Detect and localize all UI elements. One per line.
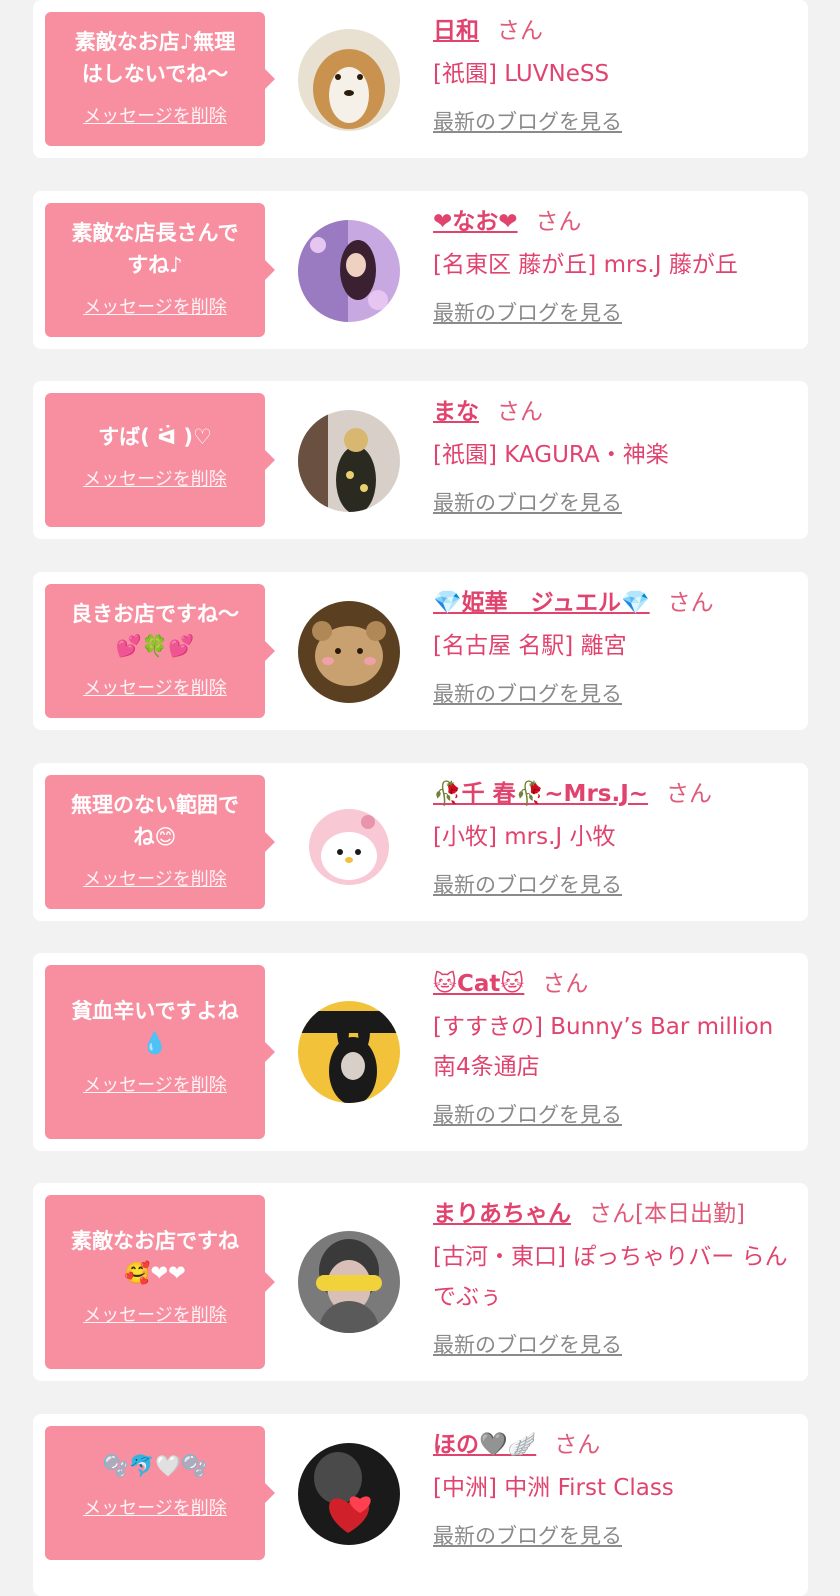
shop-name: [小牧] mrs.J 小牧 [433,824,616,850]
sender-info: ほの🩶🪽 さん [中洲] 中洲 First Class 最新のブログを見る [433,1428,793,1550]
honorific: さん [666,781,713,807]
delete-message-link[interactable]: メッセージを削除 [83,1494,227,1520]
message-card: 貧血辛いですよね 💧 メッセージを削除 🐱Cat🐱 さん [すすきの] Bunny… [33,953,808,1151]
latest-blog-link[interactable]: 最新のブログを見る [433,869,622,899]
honorific: さん [497,18,543,44]
message-text: 素敵なお店♪無理 はしないでね〜 [74,30,236,86]
sender-info: ❤なお❤ さん [名東区 藤が丘] mrs.J 藤が丘 最新のブログを見る [433,205,793,327]
sender-info: 🐱Cat🐱 さん [すすきの] Bunny’s Bar million 南4条通店… [433,967,793,1129]
message-bubble: 素敵なお店♪無理 はしないでね〜 メッセージを削除 [45,12,275,146]
delete-message-link[interactable]: メッセージを削除 [83,674,227,700]
sender-info: 💎姫華 ジュエル💎 さん [名古屋 名駅] 離宮 最新のブログを見る [433,586,793,708]
sender-name-link[interactable]: 💎姫華 ジュエル💎 [433,590,650,616]
shop-name: [祇園] KAGURA・神楽 [433,442,669,468]
avatar[interactable] [298,601,400,703]
message-bubble: 素敵なお店ですね 🥰❤❤ メッセージを削除 [45,1195,275,1369]
sender-name-link[interactable]: ❤なお❤ [433,209,518,235]
message-text: 良きお店ですね〜 💕🍀💕 [71,602,239,658]
delete-message-link[interactable]: メッセージを削除 [83,865,227,891]
message-bubble: 良きお店ですね〜 💕🍀💕 メッセージを削除 [45,584,275,718]
latest-blog-link[interactable]: 最新のブログを見る [433,1329,622,1359]
sender-info: 日和 さん [祇園] LUVNeSS 最新のブログを見る [433,14,793,136]
message-text: 貧血辛いですよね 💧 [71,999,239,1055]
shop-name: [古河・東口] ぽっちゃりバー らんでぶぅ [433,1244,788,1310]
message-card: 素敵なお店ですね 🥰❤❤ メッセージを削除 まりあちゃん さん[本日出勤] [古河… [33,1183,808,1381]
message-card: すば( ᐛ )♡ メッセージを削除 まな さん [祇園] KAGURA・神楽 最新… [33,381,808,539]
message-text: 🫧🐬🤍🫧 [102,1454,208,1478]
sender-name-line: 日和 さん [433,14,793,48]
latest-blog-link[interactable]: 最新のブログを見る [433,487,622,517]
message-card: 良きお店ですね〜 💕🍀💕 メッセージを削除 💎姫華 ジュエル💎 さん [名古屋 名… [33,572,808,730]
sender-name-line: まな さん [433,395,793,429]
sender-name-line: 🥀千 春🥀~Mrs.J~ さん [433,777,793,811]
delete-message-link[interactable]: メッセージを削除 [83,1071,227,1097]
avatar[interactable] [298,792,400,894]
delete-message-link[interactable]: メッセージを削除 [83,465,227,491]
sender-name-link[interactable]: まな [433,399,479,425]
shop-name: [すすきの] Bunny’s Bar million 南4条通店 [433,1014,774,1080]
honorific: さん[本日出勤] [589,1201,745,1227]
message-text: 素敵なお店ですね 🥰❤❤ [71,1229,239,1285]
sender-name-link[interactable]: まりあちゃん [433,1201,571,1227]
delete-message-link[interactable]: メッセージを削除 [83,293,227,319]
message-bubble: 貧血辛いですよね 💧 メッセージを削除 [45,965,275,1139]
delete-message-link[interactable]: メッセージを削除 [83,102,227,128]
message-card: 無理のない範囲で ね😊 メッセージを削除 🥀千 春🥀~Mrs.J~ さん [小牧]… [33,763,808,921]
honorific: さん [554,1432,601,1458]
message-bubble: 無理のない範囲で ね😊 メッセージを削除 [45,775,275,909]
shop-name: [中洲] 中洲 First Class [433,1475,674,1501]
sender-info: 🥀千 春🥀~Mrs.J~ さん [小牧] mrs.J 小牧 最新のブログを見る [433,777,793,899]
message-text: 素敵な店長さんで すね♪ [71,221,239,277]
avatar[interactable] [298,29,400,131]
delete-message-link[interactable]: メッセージを削除 [83,1301,227,1327]
sender-name-link[interactable]: 🐱Cat🐱 [433,971,524,997]
sender-name-line: 🐱Cat🐱 さん [433,967,793,1001]
shop-name: [名古屋 名駅] 離宮 [433,633,627,659]
honorific: さん [535,209,582,235]
sender-name-link[interactable]: ほの🩶🪽 [433,1432,536,1458]
avatar[interactable] [298,1001,400,1103]
message-text: すば( ᐛ )♡ [98,425,212,449]
honorific: さん [497,399,543,425]
message-card: 素敵なお店♪無理 はしないでね〜 メッセージを削除 日和 さん [祇園] LUVN… [33,0,808,158]
sender-name-line: ほの🩶🪽 さん [433,1428,793,1462]
sender-info: まりあちゃん さん[本日出勤] [古河・東口] ぽっちゃりバー らんでぶぅ 最新の… [433,1197,793,1359]
sender-name-link[interactable]: 🥀千 春🥀~Mrs.J~ [433,781,648,807]
latest-blog-link[interactable]: 最新のブログを見る [433,106,622,136]
avatar[interactable] [298,1231,400,1333]
sender-name-line: 💎姫華 ジュエル💎 さん [433,586,793,620]
honorific: さん [542,971,589,997]
shop-name: [名東区 藤が丘] mrs.J 藤が丘 [433,252,738,278]
sender-name-line: まりあちゃん さん[本日出勤] [433,1197,793,1231]
honorific: さん [667,590,714,616]
message-bubble: すば( ᐛ )♡ メッセージを削除 [45,393,275,527]
sender-info: まな さん [祇園] KAGURA・神楽 最新のブログを見る [433,395,793,517]
latest-blog-link[interactable]: 最新のブログを見る [433,678,622,708]
message-card: 素敵な店長さんで すね♪ メッセージを削除 ❤なお❤ さん [名東区 藤が丘] m… [33,191,808,349]
sender-name-line: ❤なお❤ さん [433,205,793,239]
message-card: 🫧🐬🤍🫧 メッセージを削除 ほの🩶🪽 さん [中洲] 中洲 First Class… [33,1414,808,1596]
avatar[interactable] [298,410,400,512]
message-bubble: 素敵な店長さんで すね♪ メッセージを削除 [45,203,275,337]
sender-name-link[interactable]: 日和 [433,18,479,44]
latest-blog-link[interactable]: 最新のブログを見る [433,1520,622,1550]
message-text: 無理のない範囲で ね😊 [71,793,239,849]
latest-blog-link[interactable]: 最新のブログを見る [433,1099,622,1129]
shop-name: [祇園] LUVNeSS [433,61,610,87]
avatar[interactable] [298,220,400,322]
latest-blog-link[interactable]: 最新のブログを見る [433,297,622,327]
message-bubble: 🫧🐬🤍🫧 メッセージを削除 [45,1426,275,1560]
avatar[interactable] [298,1443,400,1545]
